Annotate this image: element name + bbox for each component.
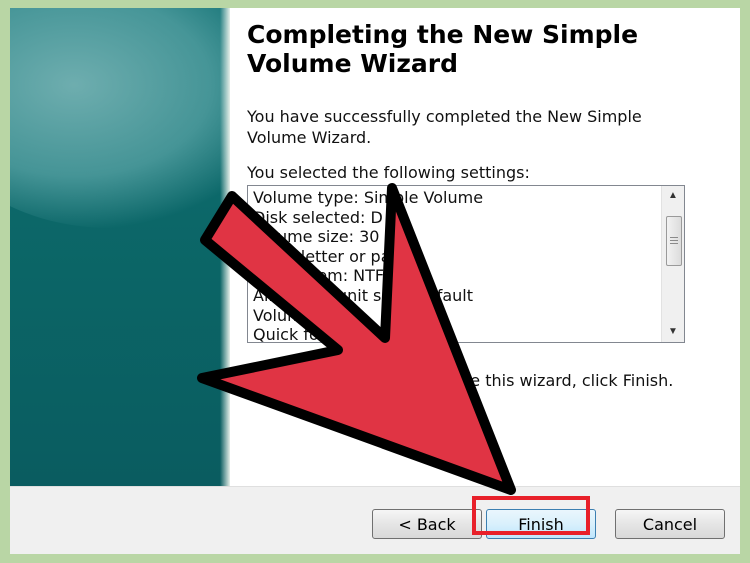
banner-decoration bbox=[10, 8, 230, 228]
back-button[interactable]: < Back bbox=[372, 509, 482, 539]
settings-item: Volume size: 30 MB bbox=[253, 227, 410, 247]
scroll-down-arrow-icon[interactable]: ▼ bbox=[662, 322, 684, 342]
settings-listbox[interactable]: Volume type: Simple Volume Disk selected… bbox=[247, 185, 685, 343]
grip-line bbox=[670, 243, 678, 244]
cancel-button[interactable]: Cancel bbox=[615, 509, 725, 539]
grip-line bbox=[670, 237, 678, 238]
close-hint: To close this wizard, click Finish. bbox=[417, 371, 674, 390]
scroll-up-arrow-icon[interactable]: ▲ bbox=[662, 186, 684, 206]
wizard-side-banner bbox=[10, 8, 230, 486]
settings-label: You selected the following settings: bbox=[247, 163, 530, 182]
settings-item: File system: NTFS bbox=[253, 266, 394, 286]
scroll-thumb[interactable] bbox=[666, 216, 682, 266]
settings-item: Allocation unit size: Default bbox=[253, 285, 474, 305]
vertical-scrollbar[interactable]: ▲ ▼ bbox=[661, 186, 684, 342]
finish-button[interactable]: Finish bbox=[486, 509, 596, 539]
completion-message: You have successfully completed the New … bbox=[247, 107, 642, 147]
grip-line bbox=[670, 240, 678, 241]
settings-item: Drive letter or path bbox=[253, 246, 407, 266]
settings-item: Disk selected: D bbox=[253, 207, 383, 227]
settings-item: Volume label bbox=[253, 305, 357, 325]
wizard-window: Completing the New Simple Volume Wizard … bbox=[10, 8, 740, 554]
settings-item: Volume type: Simple Volume bbox=[253, 188, 484, 207]
settings-item: Quick format bbox=[253, 325, 357, 343]
banner-edge bbox=[220, 8, 230, 486]
wizard-title: Completing the New Simple Volume Wizard bbox=[247, 20, 639, 78]
wizard-button-bar: < Back Finish Cancel bbox=[10, 486, 740, 554]
